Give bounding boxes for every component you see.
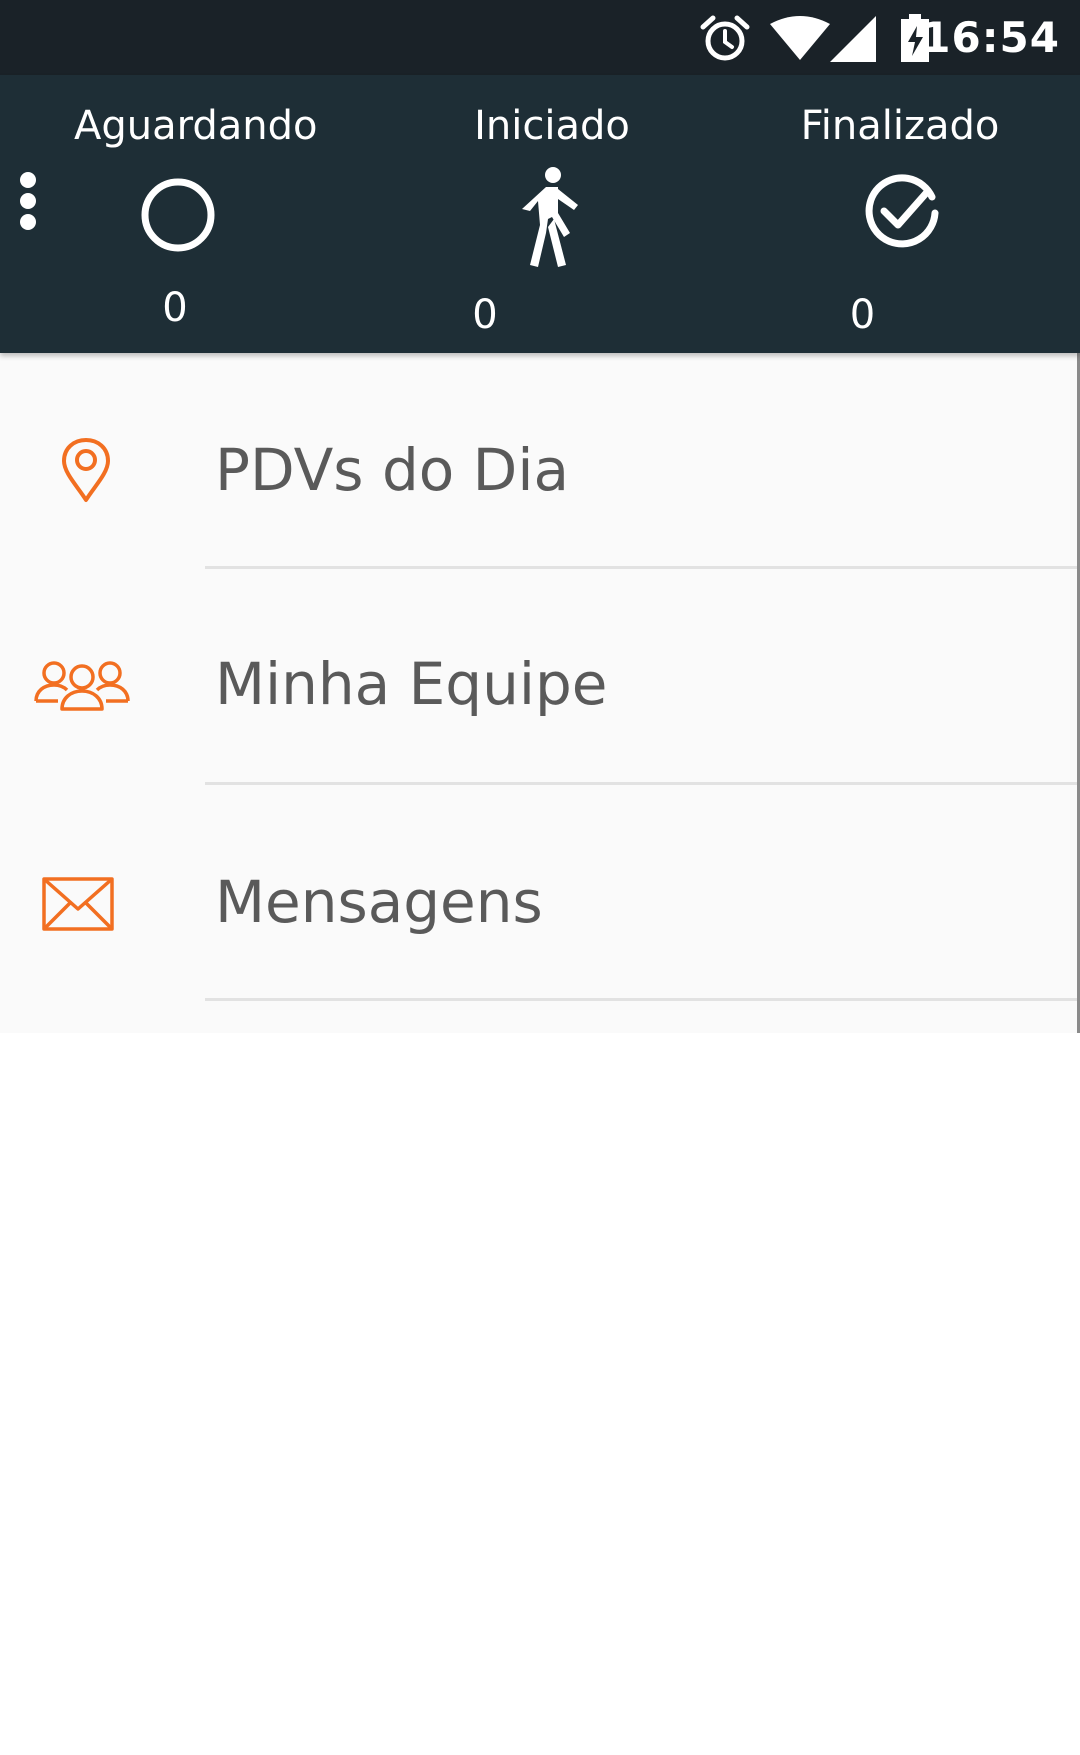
status-label: Iniciado	[474, 103, 630, 149]
wifi-icon	[770, 16, 830, 60]
status-count: 0	[472, 292, 498, 338]
clock-time: 16:54	[921, 13, 1060, 62]
divider	[205, 998, 1077, 1001]
status-count: 0	[162, 285, 188, 331]
menu-item-label: Minha Equipe	[215, 650, 608, 718]
check-circle-icon	[865, 174, 939, 248]
envelope-icon	[42, 877, 114, 931]
menu-item-pdvs-do-dia[interactable]: PDVs do Dia	[0, 353, 1077, 569]
status-count: 0	[849, 292, 876, 338]
system-status-bar: 16:54	[0, 0, 1080, 75]
status-finalizado[interactable]: Finalizado 0	[720, 75, 1080, 353]
menu-item-mensagens[interactable]: Mensagens	[0, 785, 1077, 1001]
status-label: Finalizado	[800, 103, 1000, 149]
cellular-signal-icon	[830, 16, 876, 62]
menu-item-label: PDVs do Dia	[215, 436, 570, 504]
map-pin-icon	[62, 438, 110, 502]
team-icon	[34, 661, 130, 711]
alarm-icon	[700, 15, 750, 61]
menu-item-label: Mensagens	[215, 868, 543, 936]
circle-icon	[141, 178, 215, 252]
main-menu: PDVs do Dia Minha Equipe Mensagens	[0, 353, 1080, 1033]
status-summary-header: Aguardando 0 Iniciado 0 Finalizado 0	[0, 75, 1080, 353]
status-label: Aguardando	[74, 103, 318, 149]
status-aguardando[interactable]: Aguardando 0	[0, 75, 360, 353]
status-iniciado[interactable]: Iniciado 0	[360, 75, 720, 353]
walking-person-icon	[522, 167, 578, 267]
menu-item-minha-equipe[interactable]: Minha Equipe	[0, 569, 1077, 785]
